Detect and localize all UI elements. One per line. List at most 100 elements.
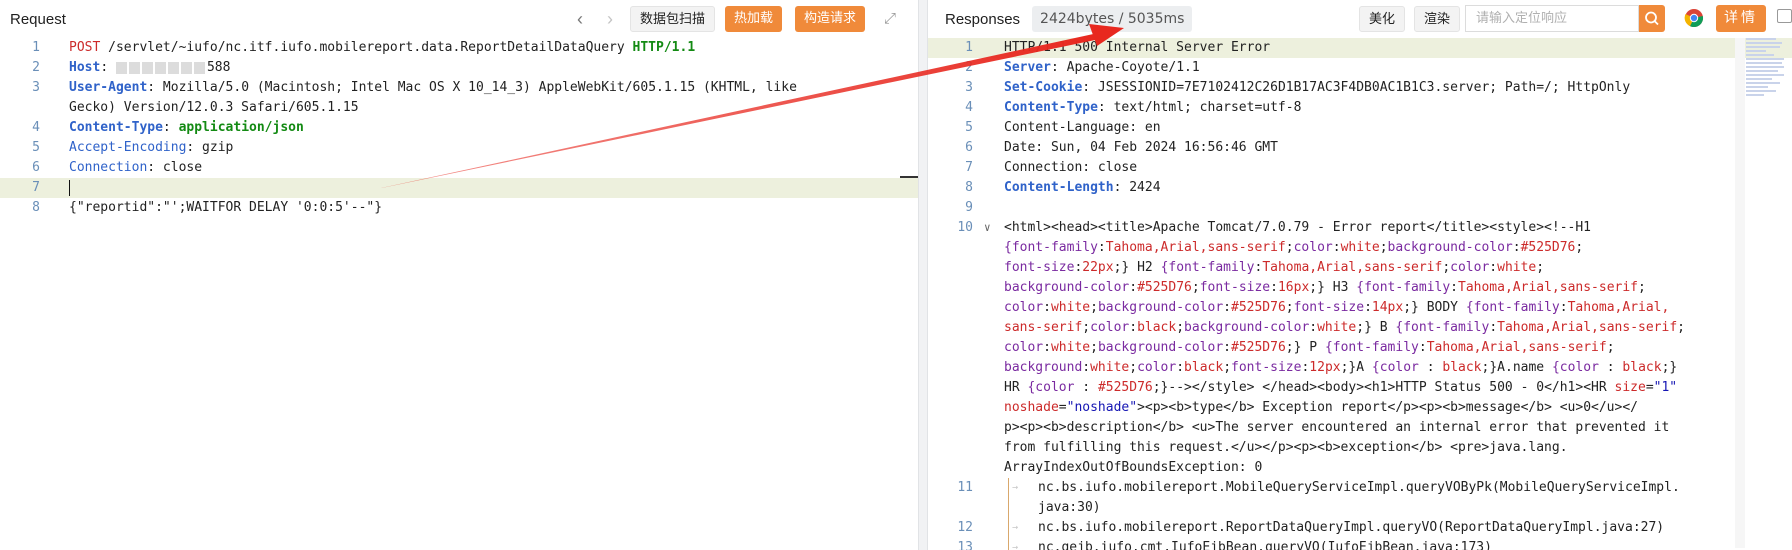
code-line-13[interactable]: 13 → nc.gejb.iufo.cmt.IufoEjbBean.queryVO(… [928, 538, 1792, 550]
build-request-button[interactable]: 构造请求 [795, 6, 866, 32]
line-number: 2 [965, 60, 973, 75]
code-line-wrap[interactable]: java:30) [928, 498, 1792, 518]
redacted-block [141, 61, 153, 74]
code-line-wrap[interactable]: font-size:22px;} H2 {font-family:Tahoma,… [928, 258, 1792, 278]
response-editor[interactable]: 1 HTTP/1.1 500 Internal Server Error 2 Serv… [928, 38, 1792, 550]
code-line-wrap[interactable]: {font-family:Tahoma,Arial,sans-serif;col… [928, 238, 1792, 258]
horizontal-scroll-marker[interactable] [900, 176, 918, 178]
token: Content-Type [1004, 100, 1098, 115]
token: color [1004, 340, 1044, 355]
token: p><p><b>description</b> <u>The server en… [1004, 420, 1670, 435]
code-line-2[interactable]: 2 Host: 588 [0, 58, 918, 78]
line-text: Host: 588 [69, 58, 230, 78]
line-text: HTTP/1.1 500 Internal Server Error [1004, 38, 1270, 58]
token: : JSESSIONID=7E7102412C26D1B17AC3F4DB0AC… [1082, 80, 1631, 95]
search-button[interactable] [1639, 5, 1665, 32]
line-number: 13 [957, 540, 973, 550]
line-text: Content-Language: en [1004, 118, 1161, 138]
code-line-2[interactable]: 2 Server: Apache-Coyote/1.1 [928, 58, 1792, 78]
pane-splitter[interactable] [918, 0, 928, 550]
code-line-1[interactable]: 1 HTTP/1.1 500 Internal Server Error [928, 38, 1792, 58]
token: ;} [1661, 360, 1678, 375]
code-line-wrap[interactable]: color:white;background-color:#525D76;fon… [928, 298, 1792, 318]
code-line-wrap[interactable]: Gecko) Version/12.0.3 Safari/605.1.15 [0, 98, 918, 118]
token: ;} BODY [1403, 300, 1466, 315]
code-line-wrap[interactable]: background:white;color:black;font-size:1… [928, 358, 1792, 378]
token: ; [1090, 340, 1098, 355]
code-line-8[interactable]: 8 {"reportid":"';WAITFOR DELAY '0:0:5'--"… [0, 198, 918, 218]
token: size [1614, 380, 1646, 395]
token: background-color [1004, 280, 1130, 295]
code-line-9[interactable]: 9 [928, 198, 1792, 218]
code-line-3[interactable]: 3 Set-Cookie: JSESSIONID=7E7102412C26D1B1… [928, 78, 1792, 98]
code-line-10[interactable]: 10 ∨ <html><head><title>Apache Tomcat/7.0.… [928, 218, 1792, 238]
token: : [1223, 300, 1231, 315]
back-arrow-icon[interactable]: ‹ [570, 9, 590, 29]
token: Connection [69, 160, 148, 175]
text-cursor [69, 180, 70, 196]
code-line-4[interactable]: 4 Content-Type: application/json [0, 118, 918, 138]
detail-button[interactable]: 详情 [1716, 5, 1766, 32]
request-editor[interactable]: 1 POST /servlet/~iufo/nc.itf.iufo.mobiler… [0, 38, 918, 550]
redacted-block [154, 61, 166, 74]
expand-icon[interactable]: ⤢ [880, 9, 900, 29]
code-line-wrap[interactable]: ArrayIndexOutOfBoundsException: 0 [928, 458, 1792, 478]
token: from fulfilling this request.</u></p><p>… [1004, 440, 1568, 455]
code-line-wrap[interactable]: color:white;background-color:#525D76;} P… [928, 338, 1792, 358]
line-number: 1 [32, 40, 40, 55]
packet-scan-button[interactable]: 数据包扫描 [630, 6, 716, 32]
code-line-5[interactable]: 5 Accept-Encoding: gzip [0, 138, 918, 158]
line-text: Server: Apache-Coyote/1.1 [1004, 58, 1200, 78]
response-minimap[interactable] [1746, 38, 1784, 118]
code-line-wrap[interactable]: HR {color : #525D76;}--></style> </head>… [928, 378, 1792, 398]
token: background [1004, 360, 1083, 375]
beautify-button[interactable]: 美化 [1359, 6, 1406, 32]
line-number: 7 [32, 180, 40, 195]
render-button[interactable]: 渲染 [1414, 6, 1461, 32]
code-line-6[interactable]: 6 Connection: close [0, 158, 918, 178]
forward-arrow-icon[interactable]: › [600, 9, 620, 29]
token: : [100, 60, 116, 75]
token: ;} H3 [1309, 280, 1357, 295]
line-text: ArrayIndexOutOfBoundsException: 0 [1004, 458, 1262, 478]
code-line-wrap[interactable]: p><p><b>description</b> <u>The server en… [928, 418, 1792, 438]
token: 14px [1371, 300, 1404, 315]
token: : Apache-Coyote/1.1 [1050, 60, 1200, 75]
code-line-wrap[interactable]: noshade="noshade"><p><b>type</b> Excepti… [928, 398, 1792, 418]
code-line-7[interactable]: 7 Connection: close [928, 158, 1792, 178]
indent-guide [1008, 518, 1009, 538]
token: 12px [1309, 360, 1341, 375]
token: ; [1191, 280, 1200, 295]
locate-response-input[interactable] [1465, 5, 1639, 32]
comment-icon[interactable] [1777, 9, 1792, 23]
token: : [1270, 280, 1278, 295]
fold-chevron-icon[interactable]: ∨ [984, 218, 991, 238]
line-number: 10 [957, 220, 973, 235]
code-line-11[interactable]: 11 → nc.bs.iufo.mobilereport.MobileQuerySe… [928, 478, 1792, 498]
token: "1" [1653, 380, 1678, 395]
code-line-wrap[interactable]: background-color:#525D76;font-size:16px;… [928, 278, 1792, 298]
code-line-4[interactable]: 4 Content-Type: text/html; charset=utf-8 [928, 98, 1792, 118]
line-text: User-Agent: Mozilla/5.0 (Macintosh; Inte… [69, 78, 797, 98]
line-text: {font-family:Tahoma,Arial,sans-serif;col… [1004, 238, 1583, 258]
hot-load-button[interactable]: 热加载 [725, 6, 783, 32]
token: {font-family [1465, 300, 1560, 315]
code-line-wrap[interactable]: from fulfilling this request.</u></p><p>… [928, 438, 1792, 458]
token: {font-family [1004, 240, 1098, 255]
code-line-7[interactable]: 7 [0, 178, 918, 198]
token: {color [1371, 360, 1419, 375]
token: {font-family [1324, 340, 1419, 355]
vertical-scrollbar[interactable] [1735, 38, 1745, 548]
code-line-3[interactable]: 3 User-Agent: Mozilla/5.0 (Macintosh; Int… [0, 78, 918, 98]
token: <html><head><title>Apache Tomcat/7.0.79 … [1004, 220, 1591, 235]
code-line-wrap[interactable]: sans-serif;color:black;background-color:… [928, 318, 1792, 338]
token: {color [1551, 360, 1599, 375]
code-line-5[interactable]: 5 Content-Language: en [928, 118, 1792, 138]
line-text: from fulfilling this request.</u></p><p>… [1004, 438, 1568, 458]
chrome-browser-icon[interactable] [1684, 8, 1704, 28]
code-line-6[interactable]: 6 Date: Sun, 04 Feb 2024 16:56:46 GMT [928, 138, 1792, 158]
code-line-8[interactable]: 8 Content-Length: 2424 [928, 178, 1792, 198]
code-line-1[interactable]: 1 POST /servlet/~iufo/nc.itf.iufo.mobiler… [0, 38, 918, 58]
line-text: nc.gejb.iufo.cmt.IufoEjbBean.queryVO(Iuf… [1038, 538, 1492, 550]
code-line-12[interactable]: 12 → nc.bs.iufo.mobilereport.ReportDataQue… [928, 518, 1792, 538]
